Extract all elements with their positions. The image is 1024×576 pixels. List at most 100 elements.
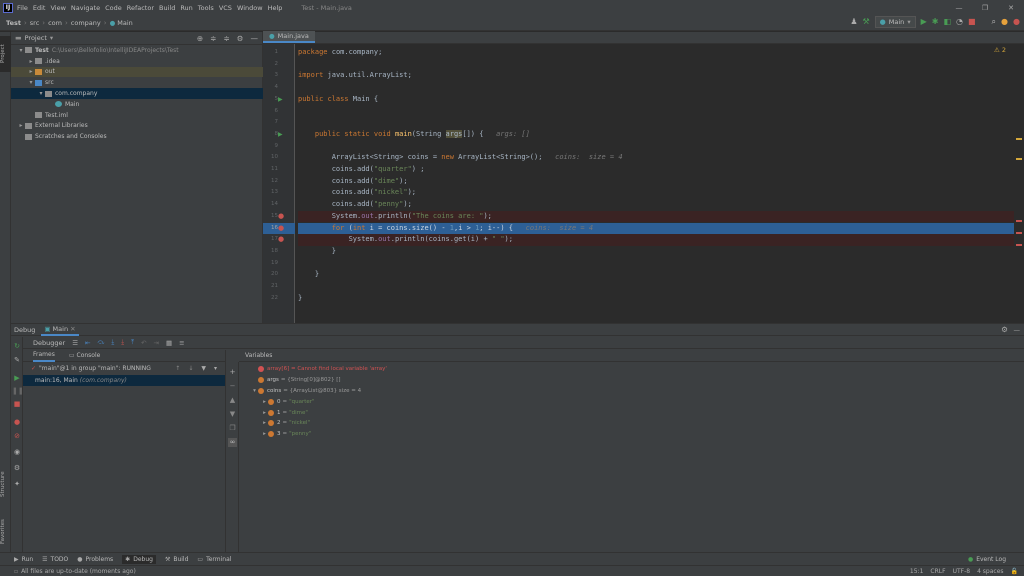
tree-item-out[interactable]: ▸ out — [11, 66, 263, 78]
menu-window[interactable]: Window — [237, 4, 263, 12]
chevron-down-icon[interactable]: ▾ — [214, 365, 217, 372]
gear-icon[interactable]: ⚙ — [237, 34, 244, 43]
tab-main-java[interactable]: ● Main.java — [263, 31, 315, 43]
arrow-up-icon[interactable]: ↑ — [175, 365, 180, 372]
code-line[interactable] — [298, 258, 1023, 270]
tab-frames[interactable]: Frames — [33, 350, 55, 362]
breadcrumb-item[interactable]: company — [71, 19, 101, 27]
breakpoint-marker[interactable] — [1016, 244, 1022, 246]
variable-row[interactable]: ▸ 1 = "dime" — [251, 407, 1024, 418]
chevron-down-icon[interactable]: ▾ — [251, 388, 258, 394]
breakpoint-marker[interactable] — [1016, 232, 1022, 234]
code-line[interactable] — [298, 141, 1023, 153]
breakpoint-icon[interactable]: ● — [278, 211, 284, 223]
ide-features-icon[interactable]: ● — [1013, 18, 1020, 26]
editor-gutter[interactable]: 1 2 3 4 5 ▶ 6 7 8 ▶ 9 10 11 12 13 14 15 ● 16 ● 17 ● 18 19 20 21 22 — [263, 44, 295, 323]
menu-refactor[interactable]: Refactor — [127, 4, 154, 12]
stop-icon[interactable]: ■ — [968, 18, 976, 26]
menu-build[interactable]: Build — [159, 4, 175, 12]
menu-tools[interactable]: Tools — [198, 4, 214, 12]
tree-item-scratches-and-consoles[interactable]: Scratches and Consoles — [11, 131, 263, 142]
code-line[interactable]: System.out.println(coins.get(i) + " "); — [298, 234, 1023, 246]
file-encoding[interactable]: UTF-8 — [953, 568, 971, 575]
variable-row[interactable]: ▸ 3 = "penny" — [251, 429, 1024, 440]
warnings-indicator[interactable]: ⚠ 2 — [994, 46, 1006, 54]
code-line[interactable]: import java.util.ArrayList; — [298, 70, 1023, 82]
code-line[interactable]: package com.company; — [298, 47, 1023, 59]
error-stripe[interactable] — [1014, 44, 1024, 323]
menu-run[interactable]: Run — [180, 4, 192, 12]
breakpoint-marker[interactable] — [1016, 220, 1022, 222]
menu-code[interactable]: Code — [105, 4, 122, 12]
settings-icon[interactable]: ⚙ — [12, 463, 22, 473]
chevron-down-icon[interactable]: ▾ — [17, 47, 25, 54]
chevron-right-icon[interactable]: ▸ — [27, 58, 35, 65]
event-log-button[interactable]: ● Event Log — [968, 556, 1006, 563]
rerun-icon[interactable]: ↻ — [12, 341, 22, 351]
code-line[interactable] — [298, 117, 1023, 129]
evaluate-icon[interactable]: ▦ — [166, 339, 172, 347]
chevron-right-icon[interactable]: ▸ — [261, 399, 268, 405]
variable-row[interactable]: ▸ 2 = "nickel" — [251, 418, 1024, 429]
debugger-label[interactable]: Debugger — [33, 339, 65, 347]
code-line[interactable] — [298, 106, 1023, 118]
variable-row[interactable]: array[6] = Cannot find local variable 'a… — [251, 364, 1024, 375]
menu-view[interactable]: View — [50, 4, 65, 12]
run-icon[interactable]: ▶ — [921, 18, 927, 26]
code-line[interactable]: } — [298, 269, 1023, 281]
camera-icon[interactable]: ◉ — [12, 447, 22, 457]
tool-window-terminal[interactable]: ▭ Terminal — [197, 556, 231, 563]
maximize-button[interactable]: ❐ — [972, 0, 998, 15]
tool-window-todo[interactable]: ☰ TODO — [42, 556, 68, 563]
copy-icon[interactable]: ❐ — [228, 424, 237, 433]
menu-edit[interactable]: Edit — [33, 4, 46, 12]
menu-file[interactable]: File — [17, 4, 28, 12]
hide-icon[interactable]: — — [251, 34, 259, 43]
code-line[interactable] — [298, 59, 1023, 71]
drop-frame-icon[interactable]: ↶ — [141, 339, 146, 347]
thread-select[interactable]: ✓ "main"@1 in group "main": RUNNING ↑ ↓ … — [23, 362, 225, 375]
project-view-select[interactable]: Project — [25, 34, 47, 42]
collapse-all-icon[interactable]: ≑ — [210, 34, 216, 43]
menu-help[interactable]: Help — [268, 4, 283, 12]
updates-icon[interactable]: ● — [1001, 18, 1008, 26]
close-icon[interactable]: ✕ — [70, 325, 75, 333]
tool-window-debug[interactable]: ✱ Debug — [122, 554, 156, 564]
view-breakpoints-icon[interactable]: ● — [12, 417, 22, 427]
more-icon[interactable]: ≡ — [179, 339, 184, 347]
breadcrumb-item[interactable]: com — [48, 19, 62, 27]
variable-row[interactable]: ▾ coins = {ArrayList@803} size = 4 — [251, 386, 1024, 397]
gear-icon[interactable]: ⚙ — [1001, 325, 1008, 334]
expand-all-icon[interactable]: ≑ — [223, 34, 229, 43]
chevron-right-icon[interactable]: ▸ — [261, 431, 268, 437]
layout-icon[interactable]: ☰ — [72, 339, 78, 347]
close-button[interactable]: ✕ — [998, 0, 1024, 15]
run-gutter-icon[interactable]: ▶ — [278, 94, 283, 106]
stack-frame[interactable]: main:16, Main (com.company) — [23, 375, 225, 386]
pin-icon[interactable]: ✦ — [12, 479, 22, 489]
move-down-icon[interactable]: ▼ — [228, 410, 237, 419]
add-watch-icon[interactable]: + — [228, 368, 237, 377]
chevron-down-icon[interactable]: ▾ — [27, 79, 35, 86]
chevron-right-icon[interactable]: ▸ — [27, 68, 35, 75]
breadcrumb-item[interactable]: Main — [117, 19, 133, 27]
caret-position[interactable]: 15:1 — [910, 568, 923, 575]
code-line[interactable]: public static void main(String args[]) {… — [298, 129, 1023, 141]
code-line[interactable] — [298, 82, 1023, 94]
profile-icon[interactable]: ◔ — [956, 18, 963, 26]
step-out-icon[interactable]: ⤒ — [131, 338, 134, 347]
minimize-button[interactable]: — — [946, 0, 972, 15]
search-icon[interactable]: ⌕ — [992, 18, 996, 26]
code-line[interactable]: } — [298, 293, 1023, 305]
code-line[interactable]: public class Main { — [298, 94, 1023, 106]
tree-item-external-libraries[interactable]: ▸ External Libraries — [11, 121, 263, 132]
code-line[interactable]: for (int i = coins.size() - 1,i > 1; i--… — [298, 222, 1023, 235]
run-gutter-icon[interactable]: ▶ — [278, 129, 283, 141]
warning-marker[interactable] — [1016, 138, 1022, 140]
chevron-down-icon[interactable]: ▾ — [37, 90, 45, 97]
variable-row[interactable]: args = {String[0]@802} [] — [251, 375, 1024, 386]
chevron-right-icon[interactable]: ▸ — [261, 410, 268, 416]
breadcrumb-item[interactable]: Test — [6, 19, 21, 27]
mute-breakpoints-icon[interactable]: ⊘ — [12, 431, 22, 441]
tab-favorites[interactable]: Favorites — [0, 512, 11, 552]
